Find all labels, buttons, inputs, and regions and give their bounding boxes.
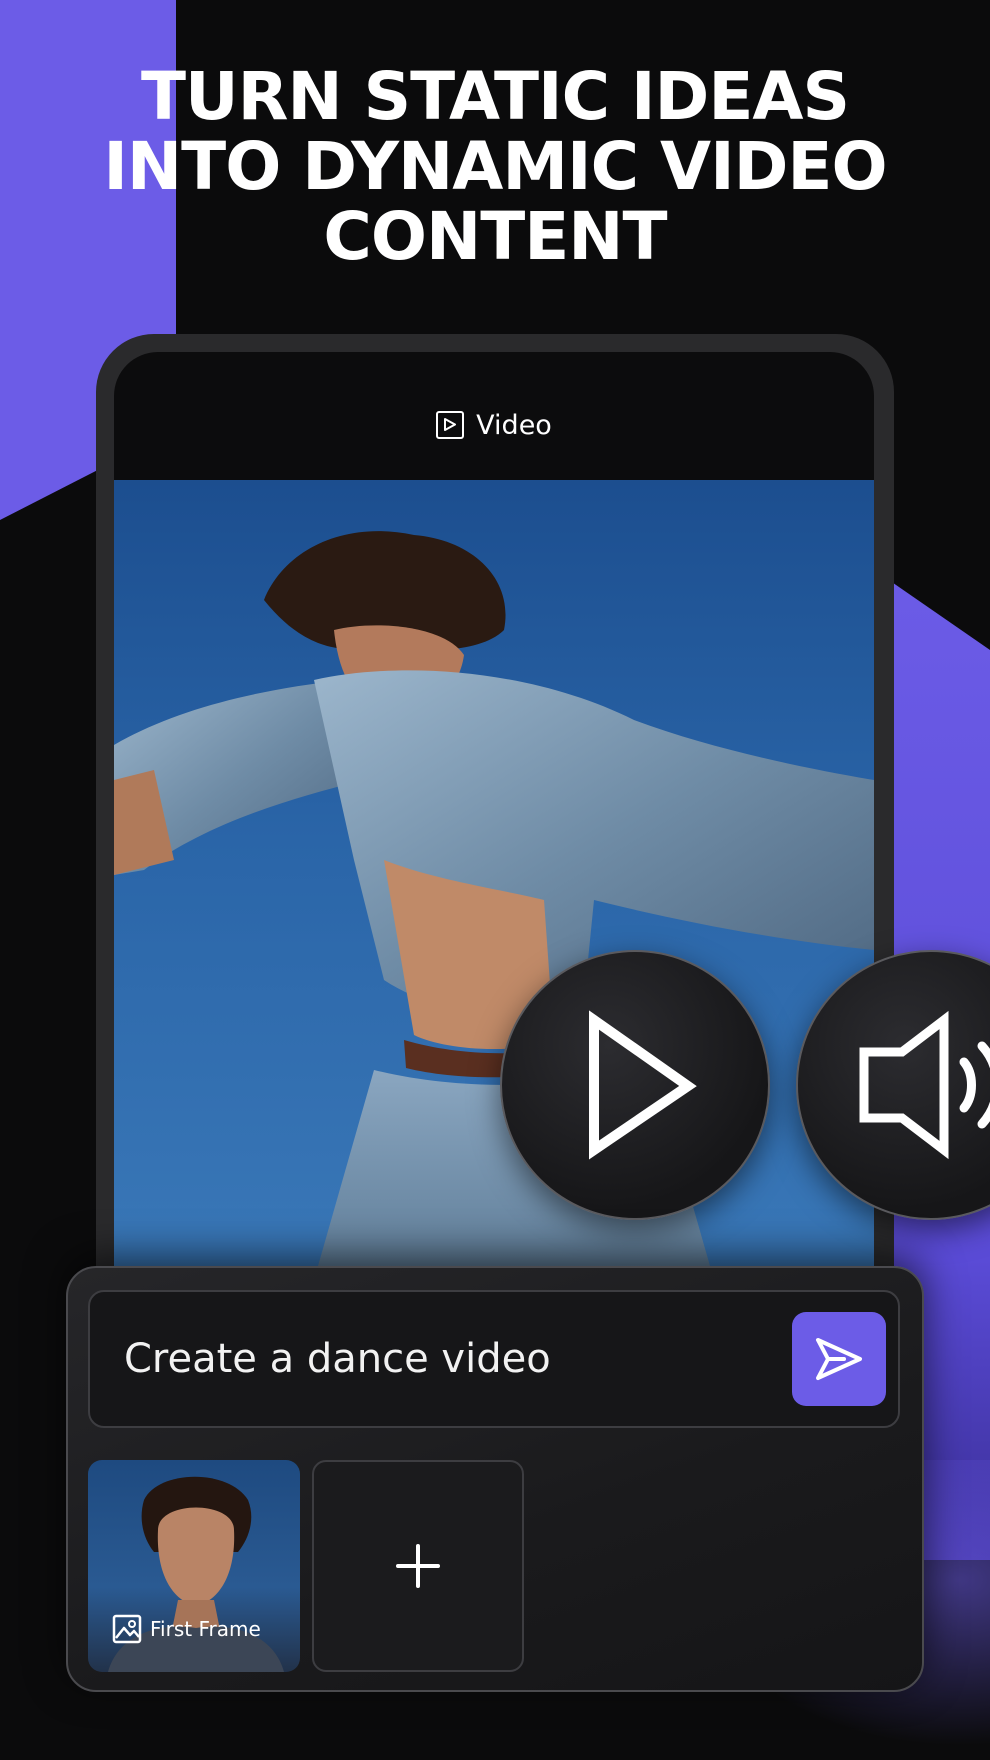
- speaker-icon: [859, 1010, 990, 1160]
- play-icon: [589, 1010, 697, 1160]
- prompt-input[interactable]: Create a dance video: [88, 1290, 900, 1428]
- first-frame-thumbnail[interactable]: First Frame: [88, 1460, 300, 1672]
- promo-screen: TURN STATIC IDEAS INTO DYNAMIC VIDEO CON…: [0, 0, 990, 1760]
- plus-icon: [396, 1544, 440, 1588]
- play-button[interactable]: [500, 950, 770, 1220]
- image-icon: [112, 1614, 142, 1644]
- headline-line-1: TURN STATIC IDEAS: [140, 58, 850, 135]
- prompt-text: Create a dance video: [124, 1336, 551, 1382]
- send-button[interactable]: [792, 1312, 886, 1406]
- video-tab-label: Video: [476, 409, 552, 441]
- phone-frame: Video: [96, 334, 894, 1352]
- add-frame-button[interactable]: [312, 1460, 524, 1672]
- sound-button[interactable]: [796, 950, 990, 1220]
- first-frame-text: First Frame: [150, 1617, 261, 1641]
- video-tab-header[interactable]: Video: [114, 352, 874, 480]
- headline-line-3: CONTENT: [323, 198, 667, 275]
- prompt-panel: Create a dance video First Frame: [66, 1266, 924, 1692]
- headline-line-2: INTO DYNAMIC VIDEO: [103, 128, 887, 205]
- send-icon: [816, 1338, 862, 1380]
- video-play-icon: [436, 411, 465, 439]
- headline: TURN STATIC IDEAS INTO DYNAMIC VIDEO CON…: [0, 62, 990, 272]
- first-frame-label: First Frame: [112, 1614, 261, 1644]
